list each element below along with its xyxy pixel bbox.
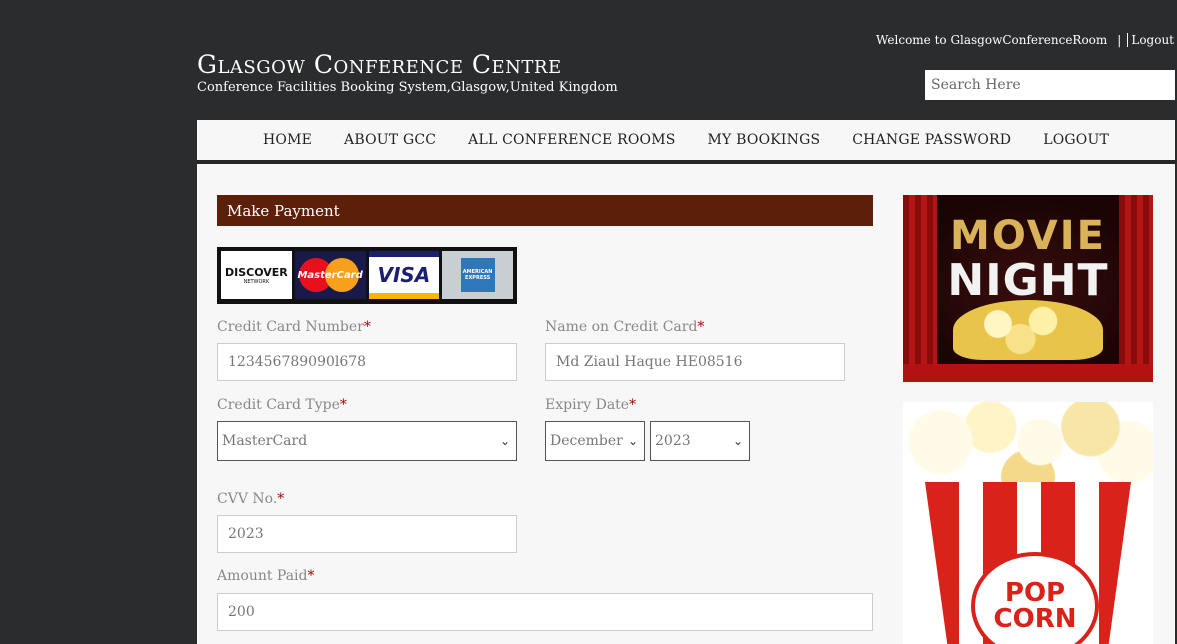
welcome-text: Welcome to GlasgowConferenceRoom — [876, 33, 1108, 47]
main-nav: HOME ABOUT GCC ALL CONFERENCE ROOMS MY B… — [197, 120, 1175, 164]
movie-ad-line1: MOVIE — [950, 213, 1106, 259]
discover-logo-text: DISCOVER — [224, 265, 288, 279]
mastercard-logo-text: MasterCard — [297, 269, 363, 281]
nav-home[interactable]: HOME — [263, 132, 312, 148]
expiry-month-select[interactable]: December ⌄ — [545, 421, 645, 461]
card-type-select[interactable]: MasterCard ⌄ — [217, 421, 517, 461]
make-payment-header: Make Payment — [217, 195, 873, 226]
popcorn-ad-line2: CORN — [993, 604, 1077, 634]
discover-logo: DISCOVER NETWORK — [221, 251, 292, 299]
required-mark: * — [629, 397, 637, 413]
name-on-card-label-text: Name on Credit Card — [545, 319, 698, 335]
top-links: Welcome to GlasgowConferenceRoom | Logou… — [876, 33, 1174, 47]
card-number-label-text: Credit Card Number — [217, 319, 364, 335]
expiry-year-select[interactable]: 2023 ⌄ — [650, 421, 750, 461]
amount-paid-input[interactable]: 200 — [217, 593, 873, 631]
required-mark: * — [277, 491, 285, 507]
site-title: Glasgow Conference Centre — [197, 50, 562, 79]
expiry-date-label: Expiry Date* — [545, 397, 636, 413]
site-brand: Glasgow Conference Centre Conference Fac… — [197, 50, 618, 95]
cvv-input[interactable]: 2023 — [217, 515, 517, 553]
visa-logo-text: VISA — [377, 263, 431, 287]
nav-about-gcc[interactable]: ABOUT GCC — [344, 132, 436, 148]
stage-edge — [903, 364, 1153, 382]
popcorn-ad: POP CORN — [903, 402, 1153, 644]
expiry-year-selected: 2023 — [655, 433, 691, 449]
popcorn-ad-line1: POP — [1004, 578, 1066, 608]
amex-logo: AMERICAN EXPRESS — [442, 251, 513, 299]
amount-paid-label-text: Amount Paid — [217, 568, 308, 584]
nav-change-password[interactable]: CHANGE PASSWORD — [852, 132, 1011, 148]
amex-logo-text: AMERICAN EXPRESS — [460, 258, 495, 292]
movie-night-ad: MOVIE NIGHT — [903, 195, 1153, 382]
main-content: Make Payment DISCOVER NETWORK MasterCard… — [197, 164, 1175, 644]
nav-my-bookings[interactable]: MY BOOKINGS — [708, 132, 821, 148]
discover-logo-subtext: NETWORK — [243, 278, 270, 285]
card-number-label: Credit Card Number* — [217, 319, 371, 335]
amount-paid-label: Amount Paid* — [217, 568, 315, 584]
top-logout-link[interactable]: Logout — [1127, 33, 1174, 47]
card-type-label-text: Credit Card Type — [217, 397, 340, 413]
nav-logout[interactable]: LOGOUT — [1043, 132, 1109, 148]
required-mark: * — [697, 319, 705, 335]
chevron-down-icon: ⌄ — [499, 434, 510, 448]
card-type-label: Credit Card Type* — [217, 397, 347, 413]
expiry-date-label-text: Expiry Date — [545, 397, 630, 413]
nav-all-conference-rooms[interactable]: ALL CONFERENCE ROOMS — [468, 132, 675, 148]
search-input[interactable] — [925, 70, 1175, 100]
card-type-selected: MasterCard — [222, 433, 308, 449]
cvv-label-text: CVV No. — [217, 491, 278, 507]
movie-ad-line2: NIGHT — [947, 255, 1109, 306]
chevron-down-icon: ⌄ — [627, 434, 638, 448]
name-on-card-input[interactable]: Md Ziaul Haque HE08516 — [545, 343, 845, 381]
card-number-input[interactable]: 123456789090l678 — [217, 343, 517, 381]
site-subtitle: Conference Facilities Booking System,Gla… — [197, 80, 618, 95]
link-separator: | — [1117, 33, 1122, 47]
visa-logo: VISA — [368, 251, 440, 299]
required-mark: * — [363, 319, 371, 335]
required-mark: * — [339, 397, 347, 413]
mastercard-logo: MasterCard — [294, 251, 366, 299]
popcorn-bowl-image — [953, 300, 1103, 360]
expiry-month-selected: December — [550, 433, 623, 449]
card-logos: DISCOVER NETWORK MasterCard VISA AMERICA… — [217, 247, 517, 304]
chevron-down-icon: ⌄ — [732, 434, 743, 448]
required-mark: * — [307, 568, 315, 584]
name-on-card-label: Name on Credit Card* — [545, 319, 704, 335]
cvv-label: CVV No.* — [217, 491, 284, 507]
